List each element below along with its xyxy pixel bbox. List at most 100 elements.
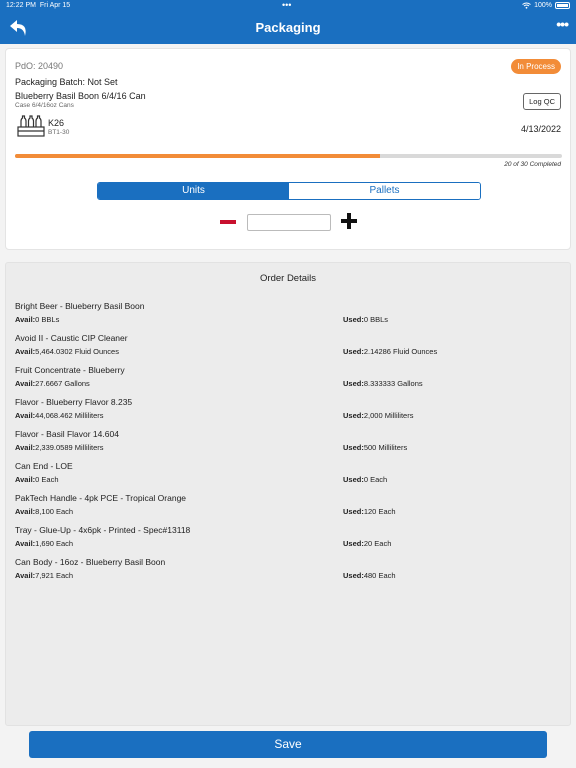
avail-amount: 0 BBLs: [35, 315, 60, 324]
used-amount: 480 Each: [363, 571, 396, 580]
used-amount: 500 Milliliters: [363, 443, 408, 452]
packaging-batch: Packaging Batch: Not Set: [15, 77, 118, 87]
material-name: Can Body - 16oz - Blueberry Basil Boon: [15, 557, 166, 567]
used-label: Used:: [343, 443, 364, 452]
more-menu-icon[interactable]: •••: [556, 16, 569, 32]
save-button[interactable]: Save: [29, 731, 547, 758]
log-qc-button[interactable]: Log QC: [523, 93, 561, 110]
avail-label: Avail:: [15, 347, 36, 356]
material-name: Fruit Concentrate - Blueberry: [15, 365, 125, 375]
order-details: Order Details Bright Beer - Blueberry Ba…: [5, 262, 571, 726]
avail-label: Avail:: [15, 571, 36, 580]
avail-amount: 7,921 Each: [35, 571, 74, 580]
avail-value: Avail:2,339.0589 Milliliters: [15, 443, 104, 452]
order-details-title: Order Details: [260, 273, 316, 284]
list-item: Bright Beer - Blueberry Basil Boon Avail:…: [15, 301, 563, 331]
avail-label: Avail:: [15, 315, 36, 324]
pdo-number: PdO: 20490: [15, 61, 64, 71]
used-label: Used:: [343, 539, 364, 548]
material-name: Can End - LOE: [15, 461, 73, 471]
used-label: Used:: [343, 315, 364, 324]
list-item: Flavor - Blueberry Flavor 8.235 Avail:44,…: [15, 397, 563, 427]
progress-bar: [15, 154, 562, 158]
material-name: Tray - Glue-Up - 4x6pk - Printed - Spec#…: [15, 525, 191, 535]
progress-fill: [15, 154, 380, 158]
list-item: Can Body - 16oz - Blueberry Basil Boon Av…: [15, 557, 563, 587]
status-time: 12:22 PM Fri Apr 15: [6, 2, 71, 9]
item-code: K26: [48, 118, 65, 128]
used-amount: 8.333333 Gallons: [363, 379, 423, 388]
avail-label: Avail:: [15, 411, 36, 420]
avail-value: Avail:44,068.462 Milliliters: [15, 411, 104, 420]
used-label: Used:: [343, 411, 364, 420]
plus-icon[interactable]: [341, 213, 357, 229]
list-item: Tray - Glue-Up - 4x6pk - Printed - Spec#…: [15, 525, 563, 555]
quantity-input[interactable]: [247, 214, 331, 231]
avail-amount: 1,690 Each: [35, 539, 74, 548]
status-bar: 12:22 PM Fri Apr 15 ••• 100%: [0, 0, 576, 13]
completed-text: 20 of 30 Completed: [504, 161, 561, 168]
used-value: Used:2,000 Milliliters: [343, 411, 413, 420]
avail-value: Avail:8,100 Each: [15, 507, 73, 516]
material-name: Flavor - Basil Flavor 14.604: [15, 429, 119, 439]
used-value: Used:500 Milliliters: [343, 443, 407, 452]
multitask-dots[interactable]: •••: [282, 0, 291, 10]
product-subtitle: Case 6/4/16oz Cans: [15, 102, 74, 109]
avail-value: Avail:1,690 Each: [15, 539, 73, 548]
used-amount: 0 BBLs: [363, 315, 389, 324]
avail-amount: 27.6667 Gallons: [35, 379, 90, 388]
avail-value: Avail:27.6667 Gallons: [15, 379, 90, 388]
avail-amount: 5,464.0302 Fluid Ounces: [35, 347, 119, 356]
used-value: Used:20 Each: [343, 539, 391, 548]
item-subcode: BT1-30: [48, 129, 70, 136]
used-label: Used:: [343, 507, 364, 516]
tab-pallets[interactable]: Pallets: [289, 183, 480, 199]
avail-amount: 0 Each: [35, 475, 59, 484]
material-name: Bright Beer - Blueberry Basil Boon: [15, 301, 145, 311]
used-label: Used:: [343, 475, 364, 484]
battery-percent: 100%: [534, 2, 552, 9]
minus-icon[interactable]: [220, 220, 236, 224]
status-badge: In Process: [511, 59, 561, 74]
avail-value: Avail:5,464.0302 Fluid Ounces: [15, 347, 119, 356]
material-name: Flavor - Blueberry Flavor 8.235: [15, 397, 133, 407]
used-value: Used:480 Each: [343, 571, 396, 580]
material-name: Avoid II - Caustic CIP Cleaner: [15, 333, 128, 343]
list-item: Can End - LOE Avail:0 Each Used:0 Each: [15, 461, 563, 491]
list-item: PakTech Handle - 4pk PCE - Tropical Oran…: [15, 493, 563, 523]
used-amount: 120 Each: [363, 507, 396, 516]
used-label: Used:: [343, 347, 364, 356]
batch-date: 4/13/2022: [520, 124, 561, 134]
used-value: Used:120 Each: [343, 507, 396, 516]
status-right: 100%: [522, 2, 570, 9]
used-amount: 20 Each: [363, 539, 392, 548]
avail-value: Avail:0 BBLs: [15, 315, 59, 324]
avail-label: Avail:: [15, 443, 36, 452]
avail-label: Avail:: [15, 507, 36, 516]
list-item: Flavor - Basil Flavor 14.604 Avail:2,339.…: [15, 429, 563, 459]
avail-label: Avail:: [15, 539, 36, 548]
battery-icon: [555, 2, 570, 9]
avail-amount: 8,100 Each: [35, 507, 74, 516]
avail-amount: 44,068.462 Milliliters: [35, 411, 104, 420]
material-name: PakTech Handle - 4pk PCE - Tropical Oran…: [15, 493, 187, 503]
avail-value: Avail:0 Each: [15, 475, 59, 484]
used-label: Used:: [343, 379, 364, 388]
crate-icon: [17, 115, 45, 137]
avail-label: Avail:: [15, 379, 36, 388]
nav-bar: Packaging •••: [0, 13, 576, 44]
used-value: Used:2.14286 Fluid Ounces: [343, 347, 437, 356]
wifi-icon: [522, 2, 531, 9]
product-name: Blueberry Basil Boon 6/4/16 Can: [15, 91, 146, 101]
used-amount: 0 Each: [363, 475, 388, 484]
batch-card: PdO: 20490 In Process Packaging Batch: N…: [5, 48, 571, 250]
list-item: Avoid II - Caustic CIP Cleaner Avail:5,46…: [15, 333, 563, 363]
tab-units[interactable]: Units: [98, 183, 289, 199]
used-value: Used:0 BBLs: [343, 315, 388, 324]
page-title: Packaging: [255, 20, 321, 35]
unit-toggle: Units Pallets: [97, 182, 481, 200]
used-value: Used:8.333333 Gallons: [343, 379, 423, 388]
used-value: Used:0 Each: [343, 475, 387, 484]
avail-label: Avail:: [15, 475, 36, 484]
avail-value: Avail:7,921 Each: [15, 571, 73, 580]
